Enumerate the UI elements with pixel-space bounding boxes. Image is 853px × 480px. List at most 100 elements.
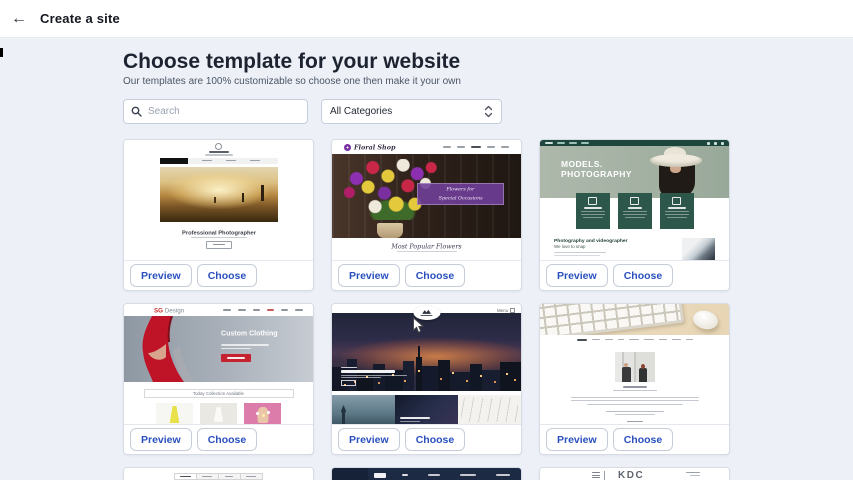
flower-logo-icon (344, 144, 351, 151)
mini-site-text (540, 386, 729, 422)
preview-button[interactable]: Preview (130, 428, 192, 451)
text-line (400, 421, 420, 422)
preview-button[interactable]: Preview (130, 264, 192, 287)
text-line (225, 476, 233, 478)
template-thumbnail-kdc[interactable]: KDC (540, 468, 729, 480)
mini-site-logo: SG Design (154, 306, 184, 313)
mini-site-button (206, 241, 232, 249)
text-line (644, 339, 654, 341)
camera-icon (588, 197, 597, 205)
text-line (665, 211, 689, 212)
choose-button[interactable]: Choose (613, 428, 674, 451)
hero-title: Custom Clothing (221, 329, 278, 337)
keyboard-keys (540, 304, 681, 335)
choose-button[interactable]: Choose (405, 264, 466, 287)
text-line (659, 339, 667, 341)
template-grid: Professional Photographer Preview Choose (123, 139, 730, 480)
product-photo-pink (244, 403, 281, 425)
preview-button[interactable]: Preview (546, 428, 608, 451)
text-line (606, 411, 664, 412)
template-thumbnail-navy-shop[interactable] (332, 468, 521, 480)
screen-edge-artifact (0, 48, 3, 57)
product-photo-yellow-dress (156, 403, 193, 425)
product-item (244, 403, 281, 425)
text-line (581, 142, 589, 144)
text-line (557, 142, 565, 144)
template-thumbnail-tabs-portfolio[interactable] (124, 468, 313, 480)
chevron-up-down-icon (484, 105, 493, 118)
product-item (156, 403, 193, 425)
building (482, 370, 500, 391)
tab (218, 473, 241, 480)
search-box[interactable] (123, 99, 308, 124)
text-line (180, 476, 191, 478)
nav-logo-pill (374, 473, 386, 478)
card-actions: Preview Choose (124, 261, 313, 290)
back-icon[interactable]: ← (10, 10, 28, 28)
choose-button[interactable]: Choose (197, 264, 258, 287)
text-line (592, 339, 600, 341)
text-line (615, 414, 655, 415)
filters-row: All Categories (123, 99, 730, 124)
template-thumbnail-business-agency[interactable] (540, 304, 729, 425)
mini-site-tabs (124, 473, 313, 480)
banner-line: Special Occasions (439, 196, 483, 201)
text-line (592, 477, 600, 478)
fence-post (242, 193, 244, 202)
menu-label: Menu (497, 308, 508, 313)
preview-button[interactable]: Preview (338, 264, 400, 287)
search-input[interactable] (148, 106, 300, 117)
text-line (623, 211, 647, 212)
text-line (554, 252, 606, 253)
template-thumbnail-sg-design[interactable]: SG Design (124, 304, 313, 425)
template-card-navy-shop: Preview Choose (331, 467, 522, 480)
hero-copy (341, 367, 407, 386)
text-line (667, 217, 687, 218)
computer-mouse (691, 308, 720, 332)
text-line (584, 207, 602, 209)
card-actions: Preview Choose (124, 425, 313, 454)
text-line (421, 315, 433, 316)
choose-button[interactable]: Choose (405, 428, 466, 451)
text-line (295, 309, 303, 311)
nav-icon (714, 142, 717, 145)
text-line (253, 309, 260, 311)
menu-icon (510, 308, 515, 313)
template-card-sg-design: SG Design (123, 303, 314, 455)
feature-card (576, 193, 610, 229)
section-subheading: Our templates are 100% customizable so c… (123, 76, 730, 87)
choose-button[interactable]: Choose (613, 264, 674, 287)
text-line (686, 472, 700, 473)
template-thumbnail-models-photography[interactable]: MODELS. PHOTOGRAPHY (540, 140, 729, 261)
text-line (341, 370, 395, 372)
feature-cards (540, 193, 729, 229)
mini-site-logo: Floral Shop (354, 143, 395, 151)
template-thumbnail-photographer[interactable]: Professional Photographer (124, 140, 313, 261)
text-line (571, 400, 699, 401)
hero-fashion-photo: Custom Clothing (124, 316, 313, 382)
text-line (205, 154, 233, 156)
choose-button[interactable]: Choose (197, 428, 258, 451)
statue-silhouette (341, 405, 346, 425)
category-select[interactable]: All Categories (321, 99, 502, 124)
keyboard-hero-photo (540, 304, 729, 335)
text-line (605, 339, 613, 341)
keyboard (540, 304, 684, 335)
text-line (587, 404, 683, 405)
product-row (124, 403, 313, 425)
preview-button[interactable]: Preview (546, 264, 608, 287)
logo-accent: SG (154, 306, 163, 313)
mini-site-logo (215, 143, 222, 150)
banner-line: Flowers for (447, 187, 475, 192)
text-line (625, 217, 645, 218)
text-line (402, 474, 408, 476)
mini-site-header: SG Design (124, 304, 313, 316)
text-line (227, 357, 245, 359)
text-line (428, 474, 440, 476)
text-line (250, 160, 260, 162)
template-thumbnail-floral-shop[interactable]: Floral Shop (332, 140, 521, 261)
template-thumbnail-city-skyline[interactable]: Menu (332, 304, 521, 425)
template-card-models-photography: MODELS. PHOTOGRAPHY (539, 139, 730, 291)
preview-button[interactable]: Preview (338, 428, 400, 451)
text-line (460, 474, 476, 476)
